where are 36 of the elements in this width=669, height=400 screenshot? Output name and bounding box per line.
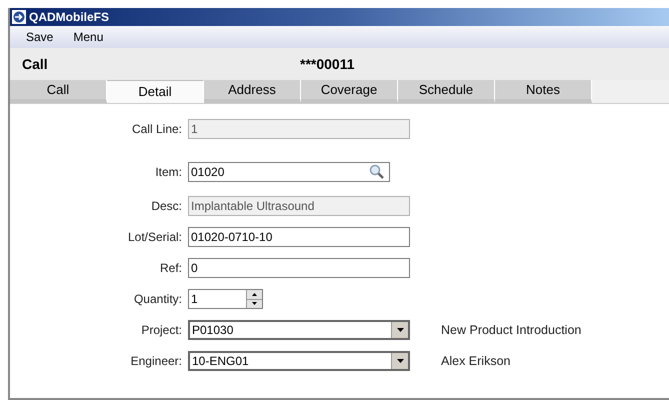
dropdown-field[interactable]: P01030 (188, 320, 410, 340)
tab[interactable]: Detail (107, 80, 204, 103)
input-field[interactable]: 0 (188, 258, 410, 278)
up-arrow-icon (252, 292, 257, 296)
screen-title: Call (21, 54, 49, 74)
field-label: Quantity: (132, 291, 183, 308)
tab[interactable]: Call (10, 80, 107, 103)
field-label: Item: (154, 164, 183, 181)
spinner-field[interactable]: 1 (188, 289, 263, 309)
field-label: Call Line: (130, 121, 183, 138)
record-number: ***00011 (300, 54, 355, 74)
dropdown-arrow-icon (396, 328, 404, 332)
field-label: Desc: (150, 198, 183, 215)
tab[interactable]: Schedule (398, 80, 495, 103)
field-note: Alex Erikson (441, 352, 510, 370)
field-label: Project: (140, 322, 183, 339)
search-icon[interactable] (369, 164, 385, 180)
readonly-field[interactable]: Implantable Ultrasound (188, 196, 410, 216)
menu-item[interactable]: Save (26, 28, 54, 46)
input-field[interactable]: 01020-0710-10 (188, 227, 410, 247)
down-arrow-icon (252, 302, 257, 306)
readonly-field[interactable]: 1 (188, 119, 410, 139)
menu-item[interactable]: Menu (73, 28, 104, 46)
field-label: Lot/Serial: (126, 229, 183, 246)
dropdown-arrow-icon (396, 359, 404, 363)
dropdown-field[interactable]: 10-ENG01 (188, 351, 410, 371)
increment-button[interactable] (247, 290, 262, 300)
field-label: Ref: (158, 260, 183, 277)
window-title: QADMobileFS (29, 9, 109, 26)
field-note: New Product Introduction (441, 322, 582, 339)
app-logo-icon (12, 10, 26, 24)
tab[interactable]: Notes (495, 80, 592, 103)
lookup-field[interactable]: 01020 (188, 162, 390, 182)
tab[interactable]: Address (204, 80, 301, 103)
field-label: Engineer: (130, 353, 183, 370)
tab[interactable]: Coverage (301, 80, 398, 103)
